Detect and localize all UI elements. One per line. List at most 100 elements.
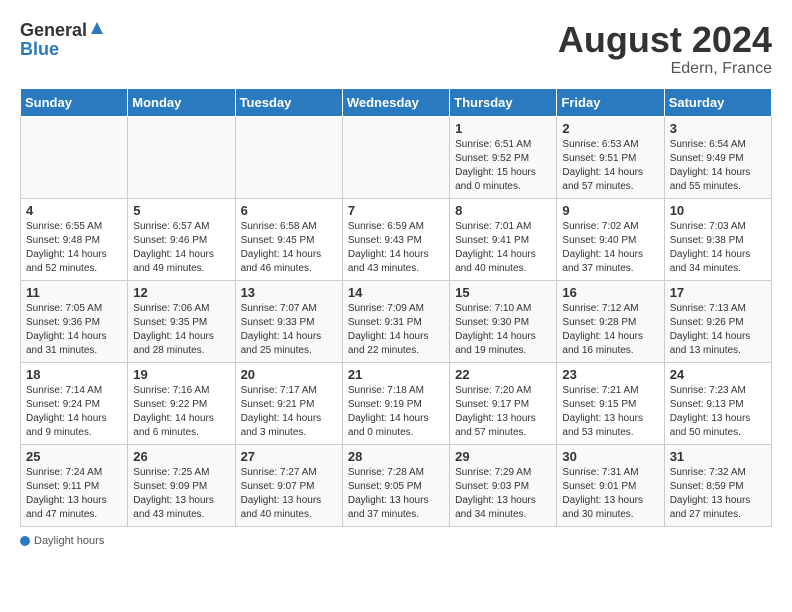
calendar-cell (235, 116, 342, 198)
calendar-cell: 18 Sunrise: 7:14 AM Sunset: 9:24 PM Dayli… (21, 362, 128, 444)
day-number: 1 (455, 121, 551, 136)
day-detail: Sunrise: 7:25 AM Sunset: 9:09 PM Dayligh… (133, 467, 214, 520)
daylight-dot-icon (20, 536, 30, 546)
day-number: 28 (348, 449, 444, 464)
day-detail: Sunrise: 6:59 AM Sunset: 9:43 PM Dayligh… (348, 221, 429, 274)
day-number: 2 (562, 121, 658, 136)
calendar-cell: 2 Sunrise: 6:53 AM Sunset: 9:51 PM Daylig… (557, 116, 664, 198)
day-detail: Sunrise: 7:32 AM Sunset: 8:59 PM Dayligh… (670, 467, 751, 520)
calendar-cell: 17 Sunrise: 7:13 AM Sunset: 9:26 PM Dayli… (664, 280, 771, 362)
day-number: 6 (241, 203, 337, 218)
day-detail: Sunrise: 7:14 AM Sunset: 9:24 PM Dayligh… (26, 385, 107, 438)
day-number: 10 (670, 203, 766, 218)
day-number: 8 (455, 203, 551, 218)
logo: General Blue (20, 20, 105, 60)
day-detail: Sunrise: 7:12 AM Sunset: 9:28 PM Dayligh… (562, 303, 643, 356)
day-number: 31 (670, 449, 766, 464)
day-detail: Sunrise: 6:57 AM Sunset: 9:46 PM Dayligh… (133, 221, 214, 274)
calendar-cell: 5 Sunrise: 6:57 AM Sunset: 9:46 PM Daylig… (128, 198, 235, 280)
day-detail: Sunrise: 7:23 AM Sunset: 9:13 PM Dayligh… (670, 385, 751, 438)
day-detail: Sunrise: 7:29 AM Sunset: 9:03 PM Dayligh… (455, 467, 536, 520)
day-detail: Sunrise: 6:55 AM Sunset: 9:48 PM Dayligh… (26, 221, 107, 274)
day-number: 23 (562, 367, 658, 382)
calendar-footer: Daylight hours (20, 535, 772, 547)
day-number: 4 (26, 203, 122, 218)
calendar-cell: 29Sunrise: 7:29 AM Sunset: 9:03 PM Dayli… (450, 444, 557, 526)
day-detail: Sunrise: 6:58 AM Sunset: 9:45 PM Dayligh… (241, 221, 322, 274)
calendar-cell: 10 Sunrise: 7:03 AM Sunset: 9:38 PM Dayli… (664, 198, 771, 280)
day-number: 16 (562, 285, 658, 300)
day-detail: Sunrise: 6:54 AM Sunset: 9:49 PM Dayligh… (670, 139, 751, 192)
day-number: 30 (562, 449, 658, 464)
day-detail: Sunrise: 7:05 AM Sunset: 9:36 PM Dayligh… (26, 303, 107, 356)
calendar-cell: 4 Sunrise: 6:55 AM Sunset: 9:48 PM Daylig… (21, 198, 128, 280)
calendar-cell: 28 Sunrise: 7:28 AM Sunset: 9:05 PM Dayli… (342, 444, 449, 526)
calendar-cell: 24 Sunrise: 7:23 AM Sunset: 9:13 PM Dayli… (664, 362, 771, 444)
calendar-week-row: 25 Sunrise: 7:24 AM Sunset: 9:11 PM Dayli… (21, 444, 772, 526)
logo-triangle-icon (89, 20, 105, 41)
day-number: 19 (133, 367, 229, 382)
logo-blue-text: Blue (20, 39, 59, 60)
day-number: 7 (348, 203, 444, 218)
calendar-cell: 19Sunrise: 7:16 AM Sunset: 9:22 PM Dayli… (128, 362, 235, 444)
calendar-cell: 25 Sunrise: 7:24 AM Sunset: 9:11 PM Dayli… (21, 444, 128, 526)
day-number: 14 (348, 285, 444, 300)
day-detail: Sunrise: 6:51 AM Sunset: 9:52 PM Dayligh… (455, 139, 536, 192)
day-number: 24 (670, 367, 766, 382)
calendar-cell: 30 Sunrise: 7:31 AM Sunset: 9:01 PM Dayli… (557, 444, 664, 526)
calendar-cell (342, 116, 449, 198)
day-number: 18 (26, 367, 122, 382)
page-header: General Blue August 2024 Edern, France (20, 20, 772, 78)
day-detail: Sunrise: 7:20 AM Sunset: 9:17 PM Dayligh… (455, 385, 536, 438)
day-detail: Sunrise: 7:07 AM Sunset: 9:33 PM Dayligh… (241, 303, 322, 356)
day-detail: Sunrise: 7:03 AM Sunset: 9:38 PM Dayligh… (670, 221, 751, 274)
calendar-cell: 31 Sunrise: 7:32 AM Sunset: 8:59 PM Dayli… (664, 444, 771, 526)
calendar-cell: 8 Sunrise: 7:01 AM Sunset: 9:41 PM Daylig… (450, 198, 557, 280)
calendar-week-row: 11 Sunrise: 7:05 AM Sunset: 9:36 PM Dayli… (21, 280, 772, 362)
day-number: 21 (348, 367, 444, 382)
day-detail: Sunrise: 7:01 AM Sunset: 9:41 PM Dayligh… (455, 221, 536, 274)
calendar-cell: 26Sunrise: 7:25 AM Sunset: 9:09 PM Dayli… (128, 444, 235, 526)
day-detail: Sunrise: 7:02 AM Sunset: 9:40 PM Dayligh… (562, 221, 643, 274)
calendar-week-row: 1 Sunrise: 6:51 AM Sunset: 9:52 PM Daylig… (21, 116, 772, 198)
calendar-cell: 11 Sunrise: 7:05 AM Sunset: 9:36 PM Dayli… (21, 280, 128, 362)
day-detail: Sunrise: 7:06 AM Sunset: 9:35 PM Dayligh… (133, 303, 214, 356)
calendar-cell: 6 Sunrise: 6:58 AM Sunset: 9:45 PM Daylig… (235, 198, 342, 280)
calendar-cell: 20Sunrise: 7:17 AM Sunset: 9:21 PM Dayli… (235, 362, 342, 444)
footer-label: Daylight hours (34, 535, 104, 547)
calendar-cell: 9 Sunrise: 7:02 AM Sunset: 9:40 PM Daylig… (557, 198, 664, 280)
month-year-title: August 2024 (558, 20, 772, 60)
calendar-header-row: SundayMondayTuesdayWednesdayThursdayFrid… (21, 88, 772, 116)
logo-general-text: General (20, 20, 87, 41)
day-detail: Sunrise: 7:24 AM Sunset: 9:11 PM Dayligh… (26, 467, 107, 520)
day-detail: Sunrise: 7:27 AM Sunset: 9:07 PM Dayligh… (241, 467, 322, 520)
day-detail: Sunrise: 7:28 AM Sunset: 9:05 PM Dayligh… (348, 467, 429, 520)
day-number: 5 (133, 203, 229, 218)
day-detail: Sunrise: 7:31 AM Sunset: 9:01 PM Dayligh… (562, 467, 643, 520)
day-of-week-header: Sunday (21, 88, 128, 116)
day-of-week-header: Thursday (450, 88, 557, 116)
calendar-cell: 22Sunrise: 7:20 AM Sunset: 9:17 PM Dayli… (450, 362, 557, 444)
location-subtitle: Edern, France (558, 60, 772, 78)
calendar-cell: 7 Sunrise: 6:59 AM Sunset: 9:43 PM Daylig… (342, 198, 449, 280)
calendar-cell: 16 Sunrise: 7:12 AM Sunset: 9:28 PM Dayli… (557, 280, 664, 362)
day-detail: Sunrise: 7:09 AM Sunset: 9:31 PM Dayligh… (348, 303, 429, 356)
day-number: 13 (241, 285, 337, 300)
calendar-cell: 21 Sunrise: 7:18 AM Sunset: 9:19 PM Dayli… (342, 362, 449, 444)
calendar-cell: 12Sunrise: 7:06 AM Sunset: 9:35 PM Dayli… (128, 280, 235, 362)
day-number: 11 (26, 285, 122, 300)
calendar-cell (21, 116, 128, 198)
calendar-cell: 27Sunrise: 7:27 AM Sunset: 9:07 PM Dayli… (235, 444, 342, 526)
day-number: 9 (562, 203, 658, 218)
calendar-cell: 15Sunrise: 7:10 AM Sunset: 9:30 PM Dayli… (450, 280, 557, 362)
day-detail: Sunrise: 7:18 AM Sunset: 9:19 PM Dayligh… (348, 385, 429, 438)
day-number: 25 (26, 449, 122, 464)
day-of-week-header: Tuesday (235, 88, 342, 116)
day-detail: Sunrise: 7:13 AM Sunset: 9:26 PM Dayligh… (670, 303, 751, 356)
day-of-week-header: Saturday (664, 88, 771, 116)
calendar-cell (128, 116, 235, 198)
day-of-week-header: Friday (557, 88, 664, 116)
day-number: 17 (670, 285, 766, 300)
day-detail: Sunrise: 6:53 AM Sunset: 9:51 PM Dayligh… (562, 139, 643, 192)
title-block: August 2024 Edern, France (558, 20, 772, 78)
